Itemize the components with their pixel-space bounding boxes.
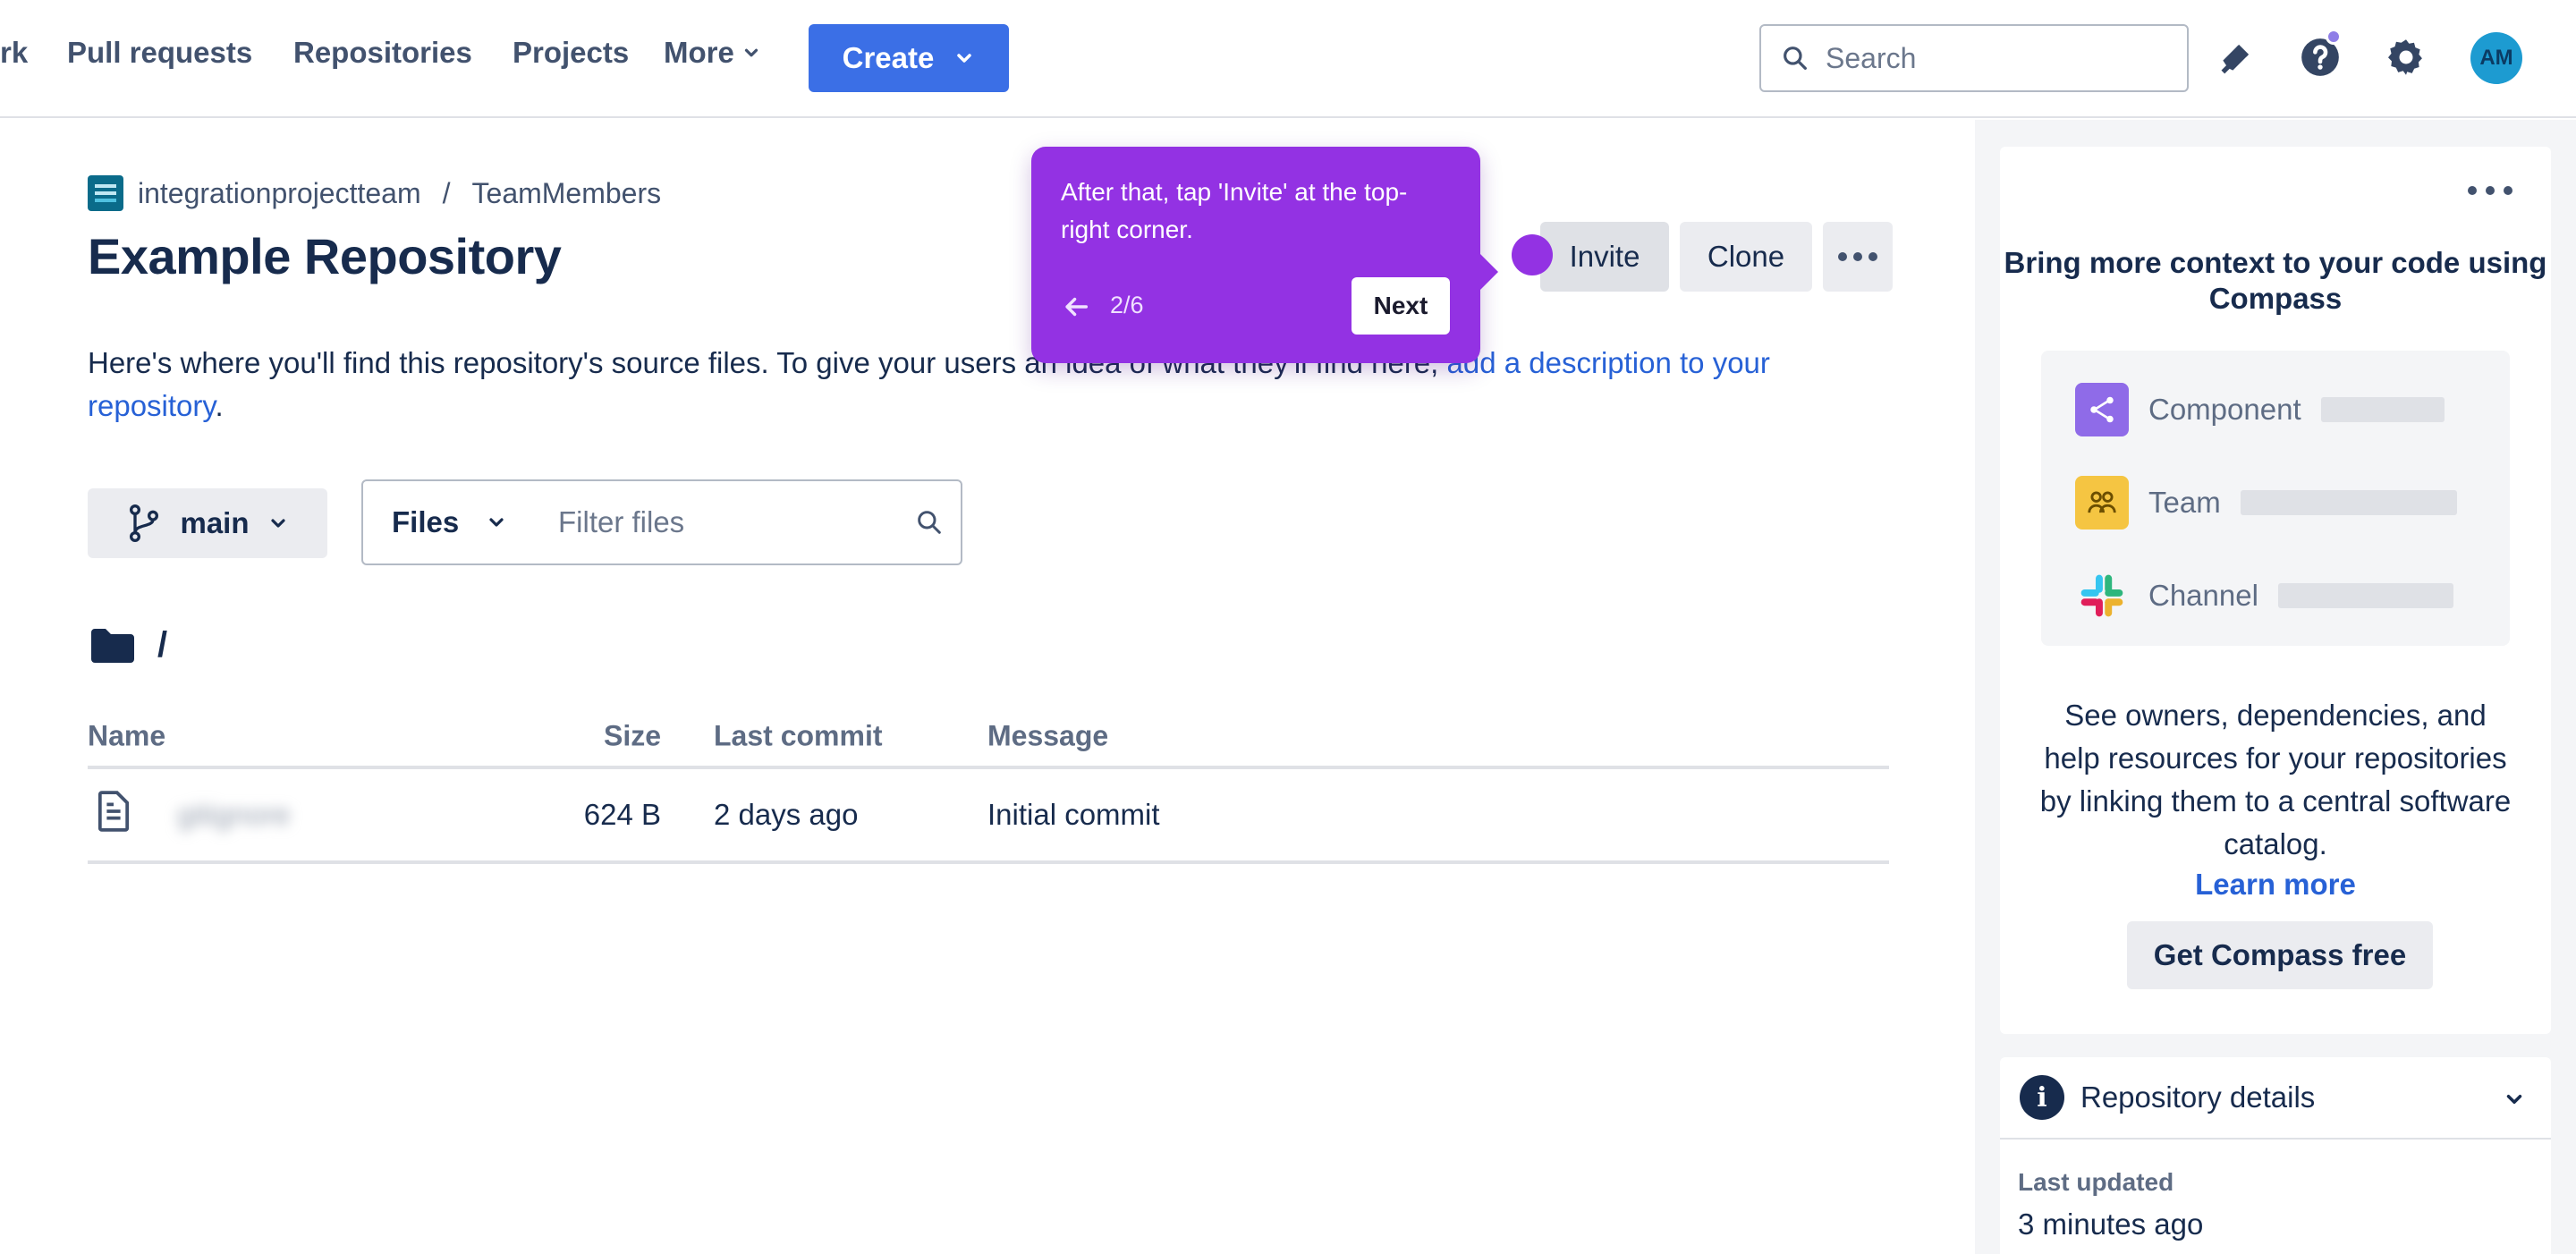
current-path: / [89, 624, 167, 665]
placeholder-bar [2240, 490, 2457, 515]
header-last-commit[interactable]: Last commit [714, 720, 882, 753]
branch-icon [130, 504, 159, 542]
notifications-button[interactable] [2211, 32, 2261, 82]
chevron-down-icon [489, 518, 504, 527]
more-horizontal-icon [1838, 252, 1877, 261]
learn-more-link[interactable]: Learn more [2000, 868, 2551, 902]
repository-details-card: i Repository details Last updated 3 minu… [2000, 1057, 2551, 1254]
main-content: integrationprojectteam / TeamMembers Exa… [0, 120, 1973, 1254]
create-button-label: Create [842, 41, 935, 74]
team-icon [2075, 476, 2129, 530]
nav-link-pull-requests[interactable]: Pull requests [67, 36, 252, 70]
component-label: Component [2148, 393, 2301, 426]
chevron-down-icon [744, 48, 758, 57]
preview-row-component: Component [2075, 383, 2445, 436]
settings-button[interactable] [2381, 32, 2431, 82]
file-last-commit: 2 days ago [714, 798, 859, 831]
compass-preview: Component Team Channel [2041, 351, 2510, 646]
search-icon [1784, 47, 1807, 70]
search-placeholder: Search [1826, 41, 1917, 74]
file-name[interactable]: gitignore [177, 798, 291, 832]
team-label: Team [2148, 486, 2221, 519]
search-input[interactable]: Search [1759, 24, 2189, 92]
placeholder-bar [2320, 397, 2445, 422]
header-message[interactable]: Message [987, 720, 1108, 753]
header-name[interactable]: Name [88, 720, 165, 753]
branch-name: main [180, 506, 250, 539]
table-row[interactable]: gitignore 624 B 2 days ago Initial commi… [88, 769, 1889, 864]
tour-hotspot[interactable] [1512, 234, 1553, 275]
help-notification-dot [2326, 29, 2342, 45]
create-button[interactable]: Create [809, 24, 1009, 92]
description-end: . [215, 389, 224, 422]
preview-row-team: Team [2075, 476, 2457, 530]
channel-label: Channel [2148, 579, 2258, 612]
table-header: Name Size Last commit Message [88, 707, 1889, 769]
repository-details-title: Repository details [2080, 1080, 2316, 1114]
tour-popup: After that, tap 'Invite' at the top-righ… [1031, 147, 1498, 363]
gear-icon [2388, 39, 2422, 75]
preview-row-channel: Channel [2075, 569, 2453, 623]
breadcrumb-workspace[interactable]: integrationprojectteam [138, 177, 421, 210]
tour-step-counter: 2/6 [1110, 292, 1144, 318]
top-navigation: rk Pull requests Repositories Projects M… [0, 0, 2576, 118]
file-filter: Files Filter files [361, 479, 962, 565]
repo-description: Here's where you'll find this repository… [88, 342, 1903, 428]
breadcrumb-separator: / [442, 176, 451, 209]
more-actions-button[interactable] [1823, 222, 1893, 292]
info-icon: i [2020, 1075, 2064, 1120]
tour-text: After that, tap 'Invite' at the top-righ… [1061, 178, 1408, 243]
filter-search-button[interactable] [898, 508, 961, 537]
chevron-down-icon [270, 519, 285, 528]
user-avatar[interactable]: AM [2470, 32, 2522, 84]
file-message[interactable]: Initial commit [987, 798, 1160, 832]
filter-type-label: Files [392, 505, 460, 538]
nav-link-partial[interactable]: rk [0, 36, 28, 70]
compass-title: Bring more context to your code using Co… [2004, 246, 2547, 315]
placeholder-bar [2277, 583, 2453, 608]
breadcrumb: integrationprojectteam / TeamMembers [88, 175, 661, 211]
chevron-down-icon [2506, 1095, 2522, 1104]
compass-description: See owners, dependencies, and help resou… [2039, 699, 2512, 860]
filter-type-select[interactable]: Files [363, 505, 533, 539]
tour-next-button[interactable]: Next [1352, 277, 1450, 335]
folder-icon [91, 629, 134, 663]
compass-promo-card: Bring more context to your code using Co… [2000, 147, 2551, 1034]
page-title: Example Repository [88, 228, 562, 284]
nav-link-projects[interactable]: Projects [513, 36, 629, 70]
help-button[interactable] [2295, 29, 2345, 82]
search-icon [918, 511, 941, 534]
invite-button[interactable]: Invite [1540, 222, 1669, 292]
repo-actions: Invite Clone [1540, 222, 1893, 292]
get-compass-button[interactable]: Get Compass free [2127, 921, 2433, 989]
chevron-down-icon [957, 54, 972, 63]
slack-icon [2075, 569, 2129, 623]
file-table: Name Size Last commit Message gitignore … [88, 707, 1889, 864]
branch-selector[interactable]: main [88, 488, 327, 558]
clone-button[interactable]: Clone [1680, 222, 1812, 292]
file-icon [97, 791, 131, 839]
nav-more-label: More [664, 36, 734, 69]
nav-more-menu[interactable]: More [664, 36, 761, 70]
path-label: / [157, 624, 168, 665]
project-avatar-icon [88, 175, 123, 211]
component-icon [2075, 383, 2129, 436]
repository-details-header[interactable]: i Repository details [2000, 1057, 2551, 1140]
file-size: 624 B [583, 798, 661, 831]
right-sidebar: Bring more context to your code using Co… [1975, 120, 2576, 1254]
last-updated-value: 3 minutes ago [2018, 1207, 2204, 1241]
filter-files-input[interactable]: Filter files [533, 505, 898, 539]
megaphone-icon [2221, 44, 2250, 74]
nav-link-repositories[interactable]: Repositories [293, 36, 472, 70]
arrow-left-icon[interactable] [1061, 292, 1091, 322]
more-horizontal-icon[interactable] [2465, 177, 2515, 204]
header-size[interactable]: Size [604, 720, 661, 753]
last-updated-label: Last updated [2018, 1168, 2174, 1196]
breadcrumb-project[interactable]: TeamMembers [472, 177, 662, 210]
